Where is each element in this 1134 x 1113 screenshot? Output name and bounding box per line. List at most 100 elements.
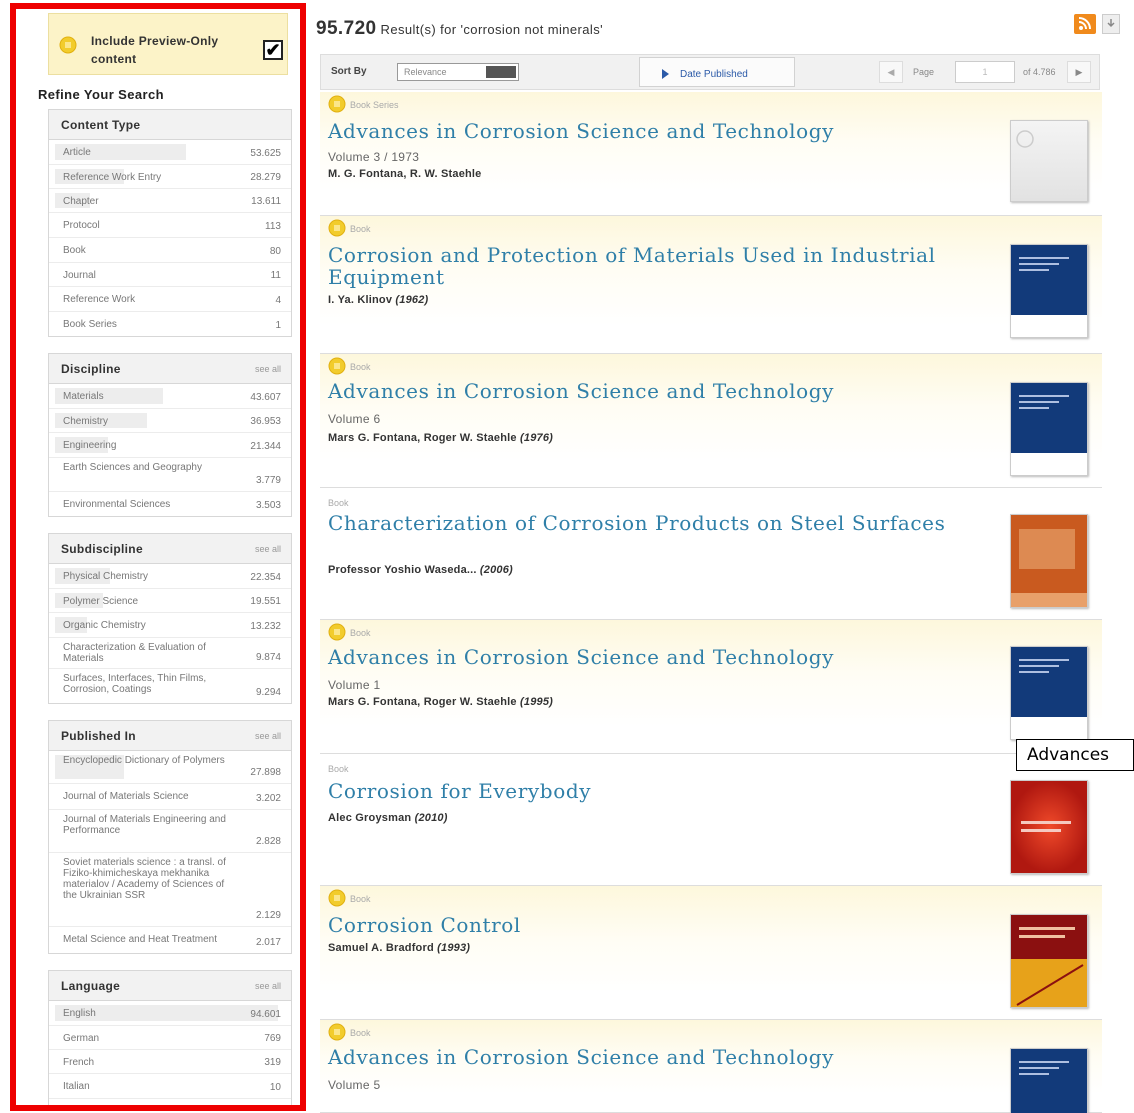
facet-item-count: 9.874 [255,652,281,663]
result-author-names[interactable]: Alec Groysman [328,812,411,824]
facet-item-count: 28.279 [250,172,281,183]
facet-item-count: 3.779 [255,475,281,486]
facet-item[interactable]: Surfaces, Interfaces, Thin Films, Corros… [49,669,291,703]
facet-item-count: 53.625 [250,148,281,159]
book-cover-image[interactable] [1010,780,1088,874]
facet-item[interactable]: German 769 [49,1026,291,1050]
result-type: Book [350,224,371,234]
facet-see-all-link[interactable]: see all [255,981,281,991]
download-icon[interactable] [1102,14,1120,34]
facet-item-label: Engineering [63,440,117,451]
facet-item[interactable]: Physical Chemistry 22.354 [49,564,291,589]
result-title-link[interactable]: Advances in Corrosion Science and Techno… [328,1046,978,1068]
facet-item[interactable]: Journal of Materials Science 3.202 [49,784,291,810]
facet-item-count: 80 [269,246,281,257]
facet-item-label: Article [63,147,91,158]
facet-item[interactable]: French 319 [49,1050,291,1074]
facet-item[interactable]: Soviet materials science : a transl. of … [49,853,291,927]
facet-item[interactable]: Book Series 1 [49,312,291,336]
result-author-names[interactable]: Mars G. Fontana, Roger W. Staehle [328,696,517,708]
facet-item[interactable]: Encyclopedic Dictionary of Polymers 27.89… [49,751,291,784]
facet-item[interactable]: Journal of Materials Engineering and Per… [49,810,291,853]
facet-item-label: German [63,1033,100,1044]
facet-item[interactable]: Reference Work 4 [49,287,291,312]
facet-item-label: Book Series [63,319,117,330]
book-cover-image[interactable] [1010,1048,1088,1113]
facet-item-label: Surfaces, Interfaces, Thin Films, Corros… [63,673,207,695]
result-item: Book Corrosion for Everybody Alec Groysman… [320,754,1102,886]
preview-only-box: Include Preview-Only content ✔ [48,13,288,75]
facet-item[interactable]: Protocol 113 [49,213,291,238]
next-page-button[interactable]: ▶ [1067,61,1091,83]
facet-see-all-link[interactable]: see all [255,544,281,554]
result-type: Book [350,362,371,372]
result-title-link[interactable]: Advances in Corrosion Science and Techno… [328,646,978,668]
facet-item[interactable]: Metal Science and Heat Treatment 2.017 [49,927,291,953]
sidebar-content: Include Preview-Only content ✔ Refine Yo… [38,13,296,1105]
facet-item-label: Italian [63,1081,90,1092]
facet-item[interactable]: Italian 10 [49,1074,291,1099]
prev-page-button[interactable]: ◀ [879,61,903,83]
facet-header: Language see all [49,971,291,1001]
facet-item-count: 319 [264,1057,281,1068]
result-author-names[interactable]: Professor Yoshio Waseda... [328,564,477,576]
book-cover-image[interactable] [1010,914,1088,1008]
preview-coin-icon [328,219,346,237]
facet-item-count: 3.503 [255,500,281,511]
result-title-link[interactable]: Advances in Corrosion Science and Techno… [328,120,978,142]
facet-item-count: 9.294 [255,687,281,698]
book-cover-image[interactable] [1010,514,1088,608]
facet-see-all-link[interactable]: see all [255,731,281,741]
facet-item-label: Environmental Sciences [63,499,171,510]
result-volume: Volume 3 / 1973 [328,150,420,164]
facet-item-count: 21.344 [250,441,281,452]
facet-item[interactable]: Dutch 4 [49,1099,291,1105]
facet-item[interactable]: Characterization & Evaluation of Materia… [49,638,291,669]
result-title-link[interactable]: Corrosion Control [328,914,978,936]
facet-title: Subdiscipline [61,542,143,556]
facet-title: Content Type [61,118,141,132]
page-number-input[interactable]: 1 [955,61,1015,83]
facet-item-label: Materials [63,391,104,402]
book-cover-image[interactable] [1010,382,1088,476]
book-cover-image[interactable] [1010,120,1088,202]
result-type: Book [350,628,371,638]
facet-item[interactable]: Environmental Sciences 3.503 [49,492,291,516]
facet-item[interactable]: Chapter 13.611 [49,189,291,213]
result-type: Book [350,1028,371,1038]
results-panel: 95.720 Result(s) for 'corrosion not mine… [316,0,1134,1113]
facet-see-all-link[interactable]: see all [255,364,281,374]
results-query-text: Result(s) for 'corrosion not minerals' [376,22,603,37]
facet-item[interactable]: Reference Work Entry 28.279 [49,165,291,189]
result-author-names[interactable]: Samuel A. Bradford [328,942,434,954]
preview-only-checkbox[interactable]: ✔ [263,40,283,60]
result-authors: Samuel A. Bradford (1993) [328,942,470,954]
facet-item[interactable]: Earth Sciences and Geography 3.779 [49,458,291,492]
facet-item[interactable]: Book 80 [49,238,291,263]
result-author-names[interactable]: M. G. Fontana, R. W. Staehle [328,168,482,180]
result-title-link[interactable]: Corrosion for Everybody [328,780,978,802]
rss-icon[interactable] [1074,14,1096,34]
facet-item[interactable]: Engineering 21.344 [49,433,291,458]
result-title-link[interactable]: Characterization of Corrosion Products o… [328,512,978,534]
facet-item[interactable]: English 94.601 [49,1001,291,1026]
result-title-link[interactable]: Corrosion and Protection of Materials Us… [328,244,978,288]
result-title-link[interactable]: Advances in Corrosion Science and Techno… [328,380,978,402]
facet-item[interactable]: Journal 11 [49,263,291,287]
book-cover-image[interactable] [1010,244,1088,338]
result-author-names[interactable]: Mars G. Fontana, Roger W. Staehle [328,432,517,444]
preview-coin-icon [328,1023,346,1041]
book-cover-image[interactable] [1010,646,1088,740]
facet-item[interactable]: Materials 43.607 [49,384,291,409]
facet-item-count: 4 [275,295,281,306]
result-author-names[interactable]: I. Ya. Klinov [328,294,392,306]
sort-select[interactable]: Relevance [397,63,519,81]
facet-item[interactable]: Polymer Science 19.551 [49,589,291,613]
result-year: (1976) [520,432,554,444]
sort-by-label: Sort By [331,66,367,77]
facet-item-label: Soviet materials science : a transl. of … [63,857,226,901]
date-published-button[interactable]: Date Published [639,57,795,87]
facet-item[interactable]: Chemistry 36.953 [49,409,291,433]
facet-item[interactable]: Article 53.625 [49,140,291,165]
facet-item[interactable]: Organic Chemistry 13.232 [49,613,291,638]
